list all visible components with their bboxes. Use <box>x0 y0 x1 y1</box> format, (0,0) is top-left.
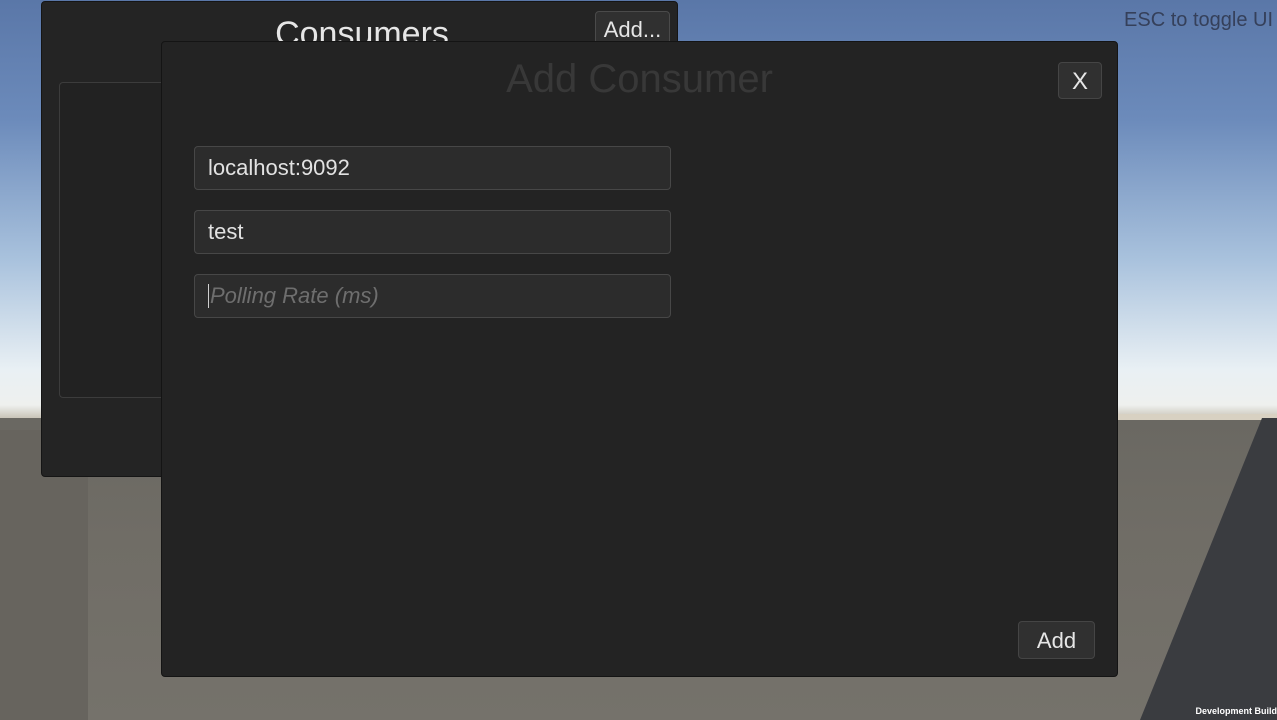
server-address-value: localhost:9092 <box>208 155 350 180</box>
server-address-input[interactable]: localhost:9092 <box>194 146 671 190</box>
add-consumer-dialog: Add Consumer X localhost:9092 test Polli… <box>161 41 1118 677</box>
polling-rate-placeholder: Polling Rate (ms) <box>210 283 379 308</box>
esc-toggle-hint: ESC to toggle UI <box>1124 9 1273 31</box>
topic-input[interactable]: test <box>194 210 671 254</box>
text-caret <box>208 283 209 308</box>
development-build-label: Development Build <box>1195 706 1277 716</box>
polling-rate-input[interactable]: Polling Rate (ms) <box>194 274 671 318</box>
game-viewport: ESC to toggle UI Development Build Consu… <box>0 0 1277 720</box>
dialog-title: Add Consumer <box>506 57 773 101</box>
topic-value: test <box>208 219 244 244</box>
close-button[interactable]: X <box>1058 62 1102 99</box>
add-button[interactable]: Add <box>1018 621 1095 659</box>
ground-edge <box>1110 414 1277 420</box>
